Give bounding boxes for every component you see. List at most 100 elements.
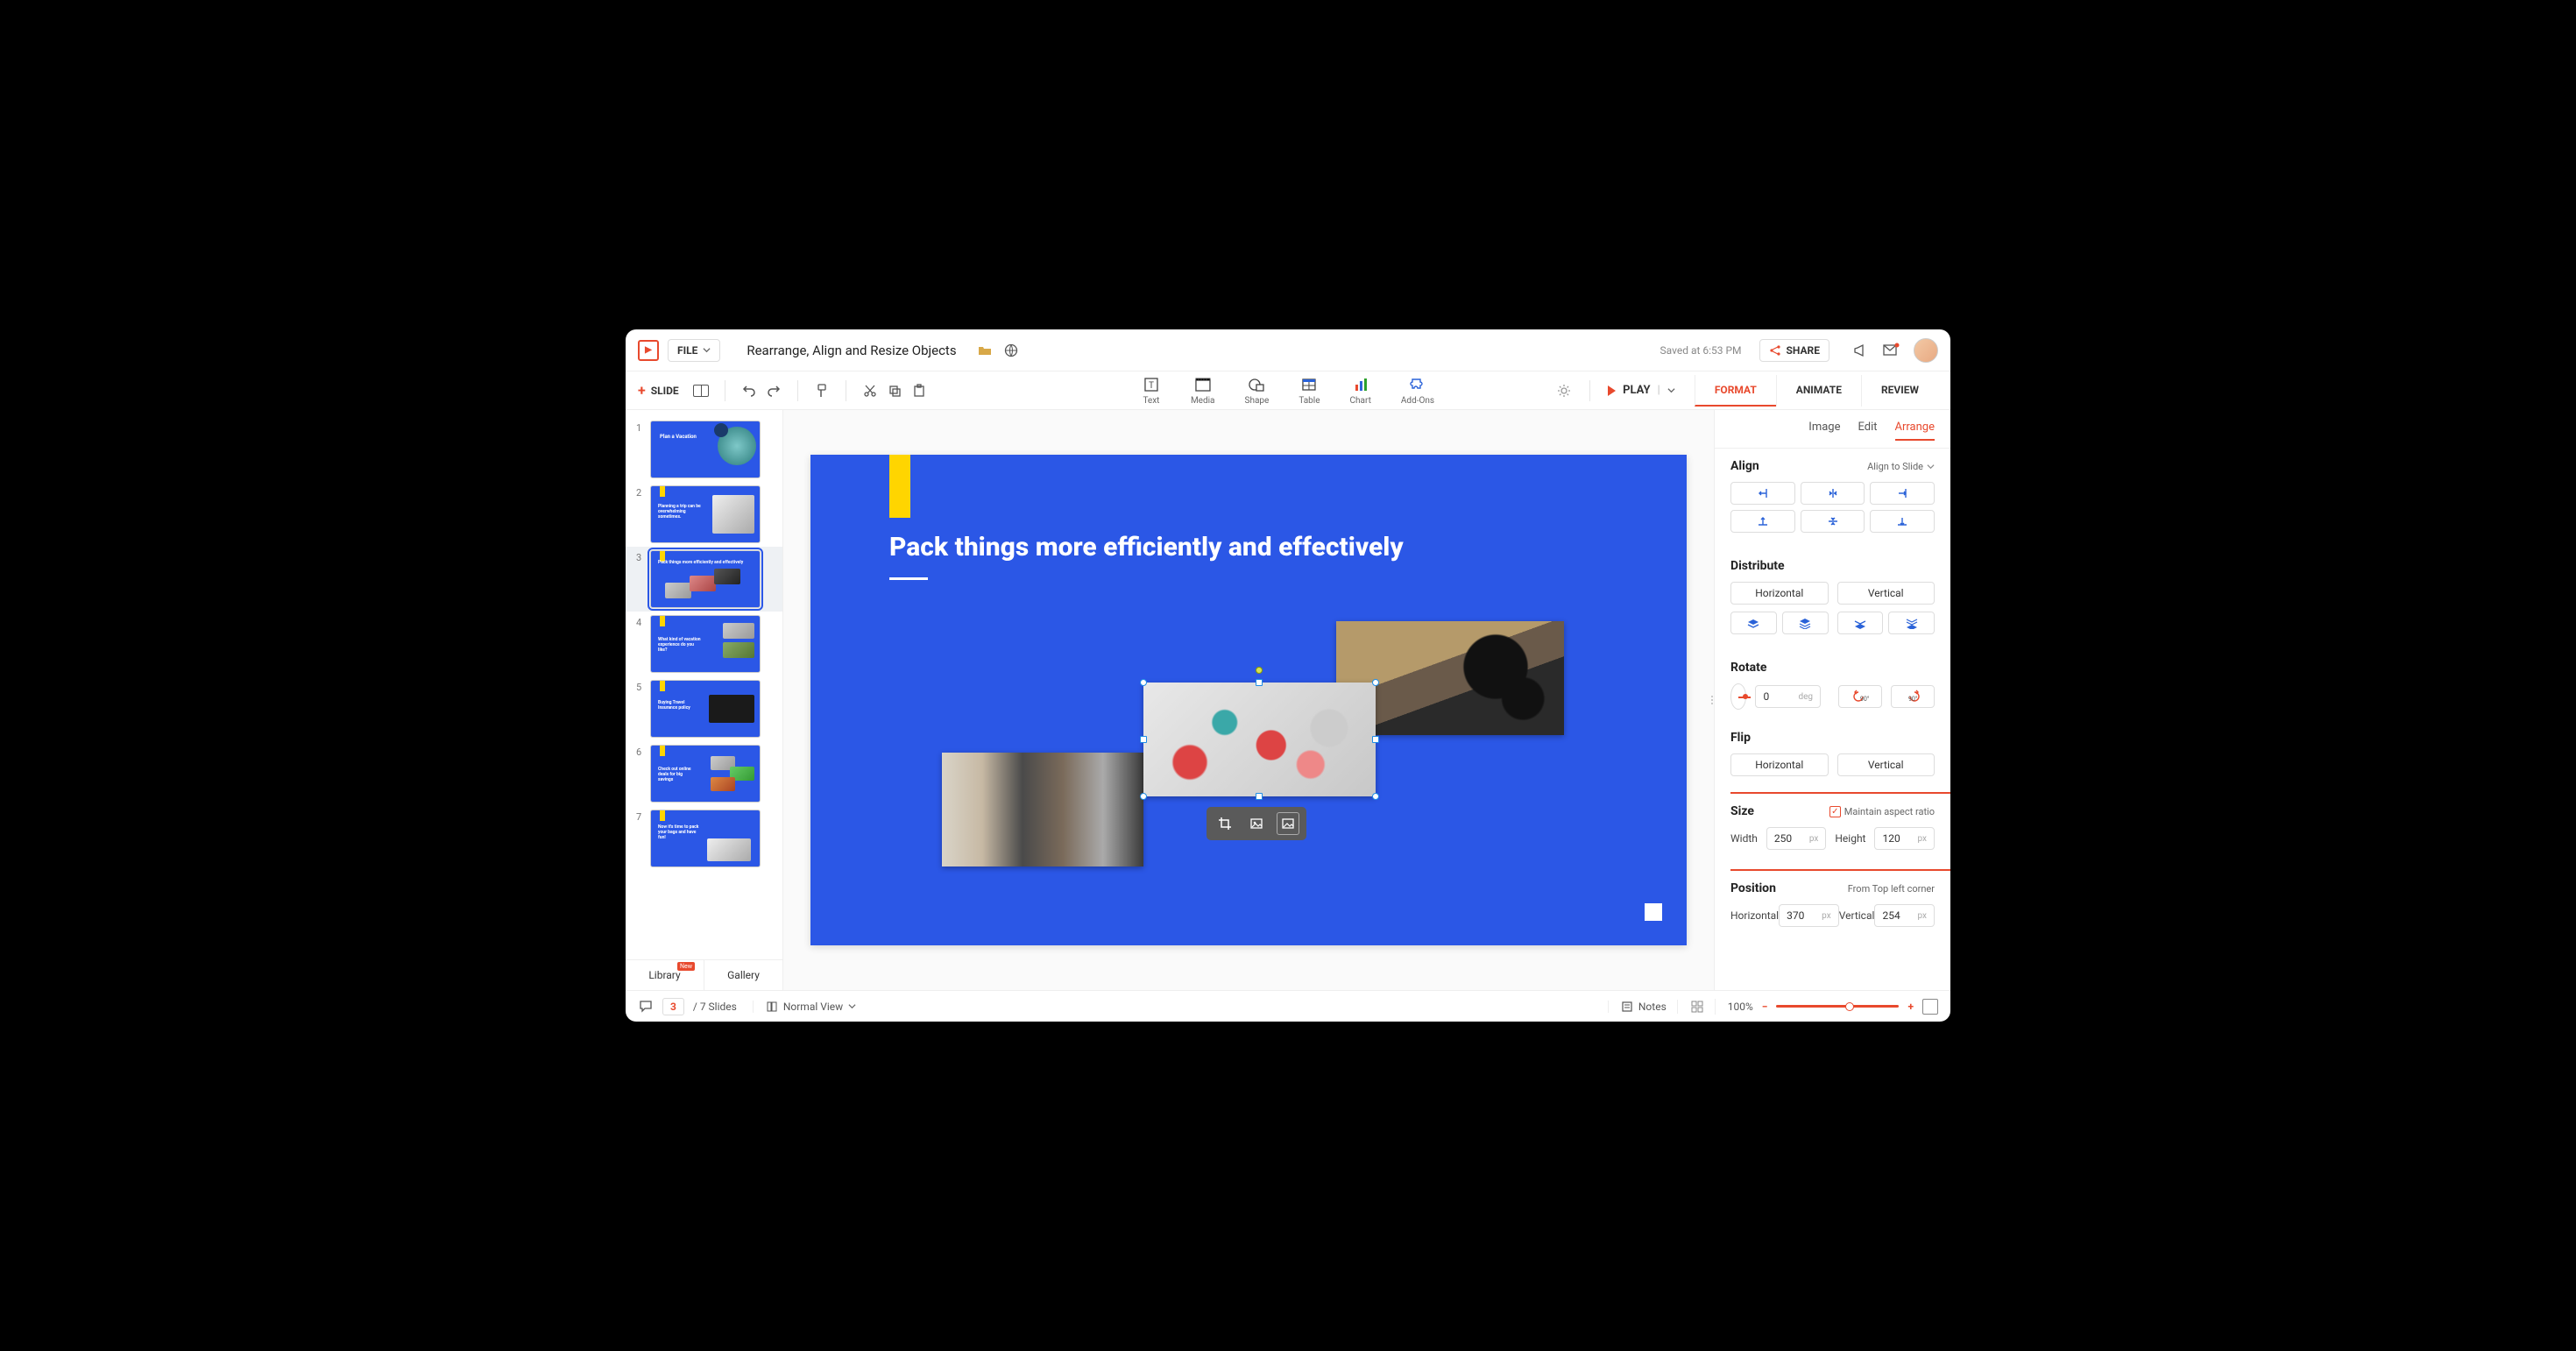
slide-thumbnail-7[interactable]: Now it's time to pack your bags and have… [650, 810, 761, 867]
maintain-aspect-toggle[interactable]: ✓ Maintain aspect ratio [1829, 806, 1935, 817]
add-slide-button[interactable]: + SLIDE [638, 382, 679, 399]
thumbnails-scroll[interactable]: 1 Plan a Vacation 2 Planning a trip can … [626, 410, 782, 959]
subtab-image[interactable]: Image [1808, 421, 1840, 441]
rotate-handle[interactable] [1256, 667, 1263, 674]
resize-handle-s[interactable] [1256, 793, 1263, 800]
align-mode-dropdown[interactable]: Align to Slide [1867, 461, 1935, 472]
align-center-h-button[interactable] [1801, 482, 1865, 505]
paste-button[interactable] [911, 383, 927, 399]
settings-button[interactable] [1556, 383, 1572, 399]
insert-addons-button[interactable]: Add-Ons [1401, 375, 1434, 406]
resize-handle-nw[interactable] [1140, 679, 1147, 686]
align-right-button[interactable] [1870, 482, 1935, 505]
panel-resize-handle[interactable] [1709, 683, 1714, 718]
zoom-out-button[interactable]: − [1762, 1001, 1768, 1013]
thumbnails-footer: Library New Gallery [626, 959, 782, 990]
play-button[interactable]: PLAY | [1608, 384, 1675, 397]
distribute-vertical-button[interactable]: Vertical [1837, 582, 1936, 605]
fit-to-screen-button[interactable] [1922, 999, 1938, 1015]
zoom-slider[interactable] [1776, 1005, 1899, 1008]
subtab-arrange[interactable]: Arrange [1895, 421, 1935, 441]
insert-text-button[interactable]: TText [1142, 375, 1161, 406]
thumbnail-row: 4 What kind of vacation experience do yo… [626, 612, 782, 676]
slide-thumbnail-2[interactable]: Planning a trip can be overwhelming some… [650, 485, 761, 543]
cut-button[interactable] [862, 383, 878, 399]
format-painter-button[interactable] [814, 383, 830, 399]
mail-icon[interactable] [1882, 343, 1900, 358]
gallery-tab[interactable]: Gallery [704, 960, 782, 990]
pos-h-input[interactable]: px [1779, 904, 1839, 927]
rotate-ccw-90-button[interactable]: 90° [1838, 685, 1882, 708]
slide-thumbnail-1[interactable]: Plan a Vacation [650, 421, 761, 478]
resize-handle-ne[interactable] [1372, 679, 1379, 686]
slide-canvas[interactable]: Pack things more efficiently and effecti… [810, 455, 1687, 945]
rotate-cw-90-button[interactable]: 90° [1891, 685, 1935, 708]
slide-thumbnail-3[interactable]: Pack things more efficiently and effecti… [650, 550, 761, 608]
document-title[interactable]: Rearrange, Align and Resize Objects [747, 343, 956, 358]
notes-button[interactable]: Notes [1608, 1001, 1667, 1013]
megaphone-icon[interactable] [1852, 343, 1868, 358]
bring-forward-button[interactable] [1730, 612, 1777, 634]
slide-title[interactable]: Pack things more efficiently and effecti… [889, 532, 1404, 562]
align-middle-v-button[interactable] [1801, 510, 1865, 533]
toolbar: + SLIDE TText Media Shape Table Chart Ad… [626, 371, 1950, 410]
rotate-dial[interactable] [1730, 683, 1746, 710]
resize-handle-sw[interactable] [1140, 793, 1147, 800]
flip-horizontal-button[interactable]: Horizontal [1730, 753, 1829, 776]
resize-handle-w[interactable] [1140, 736, 1147, 743]
width-input[interactable]: px [1766, 827, 1827, 850]
tab-animate[interactable]: ANIMATE [1776, 375, 1861, 407]
titlebar: ▶ FILE Rearrange, Align and Resize Objec… [626, 329, 1950, 371]
height-input[interactable]: px [1874, 827, 1935, 850]
insert-shape-button[interactable]: Shape [1245, 375, 1270, 406]
slide-image-clothes[interactable] [942, 753, 1143, 866]
library-tab[interactable]: Library New [626, 960, 704, 990]
comments-icon[interactable] [638, 999, 654, 1015]
send-to-back-button[interactable] [1888, 612, 1935, 634]
user-avatar[interactable] [1914, 338, 1938, 363]
subtab-edit[interactable]: Edit [1858, 421, 1878, 441]
resize-handle-se[interactable] [1372, 793, 1379, 800]
tab-review[interactable]: REVIEW [1861, 375, 1938, 407]
pos-v-input[interactable]: px [1874, 904, 1935, 927]
crop-button[interactable] [1214, 812, 1236, 835]
redo-button[interactable] [766, 383, 782, 399]
tab-format[interactable]: FORMAT [1695, 375, 1776, 407]
file-menu-button[interactable]: FILE [668, 339, 720, 362]
image-options-button[interactable] [1277, 812, 1299, 835]
distribute-horizontal-button[interactable]: Horizontal [1730, 582, 1829, 605]
folder-icon[interactable] [978, 343, 992, 357]
slide-image-pills-selected[interactable] [1143, 683, 1376, 796]
resize-handle-e[interactable] [1372, 736, 1379, 743]
canvas-column: Pack things more efficiently and effecti… [783, 410, 1714, 990]
resize-handle-n[interactable] [1256, 679, 1263, 686]
align-bottom-button[interactable] [1870, 510, 1935, 533]
slide-thumbnail-4[interactable]: What kind of vacation experience do you … [650, 615, 761, 673]
insert-media-button[interactable]: Media [1191, 375, 1215, 406]
show-grid-icon[interactable] [1677, 1000, 1704, 1014]
view-mode-dropdown[interactable]: Normal View [753, 1001, 856, 1013]
copy-button[interactable] [887, 383, 902, 399]
bring-to-front-button[interactable] [1782, 612, 1829, 634]
undo-button[interactable] [741, 383, 757, 399]
rotate-value-input[interactable]: deg [1755, 685, 1821, 708]
slide-thumbnail-5[interactable]: Buying Travel Insurance policy [650, 680, 761, 738]
thumb-number: 3 [636, 550, 645, 563]
send-backward-button[interactable] [1837, 612, 1884, 634]
layout-button[interactable] [693, 385, 709, 397]
replace-image-button[interactable] [1245, 812, 1268, 835]
insert-table-button[interactable]: Table [1299, 375, 1320, 406]
format-panel: Image Edit Arrange Align Align to Slide [1714, 410, 1950, 990]
zoom-in-button[interactable]: + [1907, 1001, 1914, 1013]
canvas-wrap[interactable]: Pack things more efficiently and effecti… [783, 410, 1714, 990]
current-slide-number[interactable]: 3 [662, 998, 684, 1015]
slide-thumbnail-6[interactable]: Check out online deals for big savings [650, 745, 761, 803]
zoom-value[interactable]: 100% [1728, 1001, 1753, 1013]
thumbnail-row: 3 Pack things more efficiently and effec… [626, 547, 782, 612]
align-top-button[interactable] [1730, 510, 1795, 533]
insert-chart-button[interactable]: Chart [1350, 375, 1371, 406]
flip-vertical-button[interactable]: Vertical [1837, 753, 1936, 776]
align-left-button[interactable] [1730, 482, 1795, 505]
share-button[interactable]: SHARE [1759, 339, 1829, 362]
globe-icon[interactable] [1004, 343, 1018, 357]
